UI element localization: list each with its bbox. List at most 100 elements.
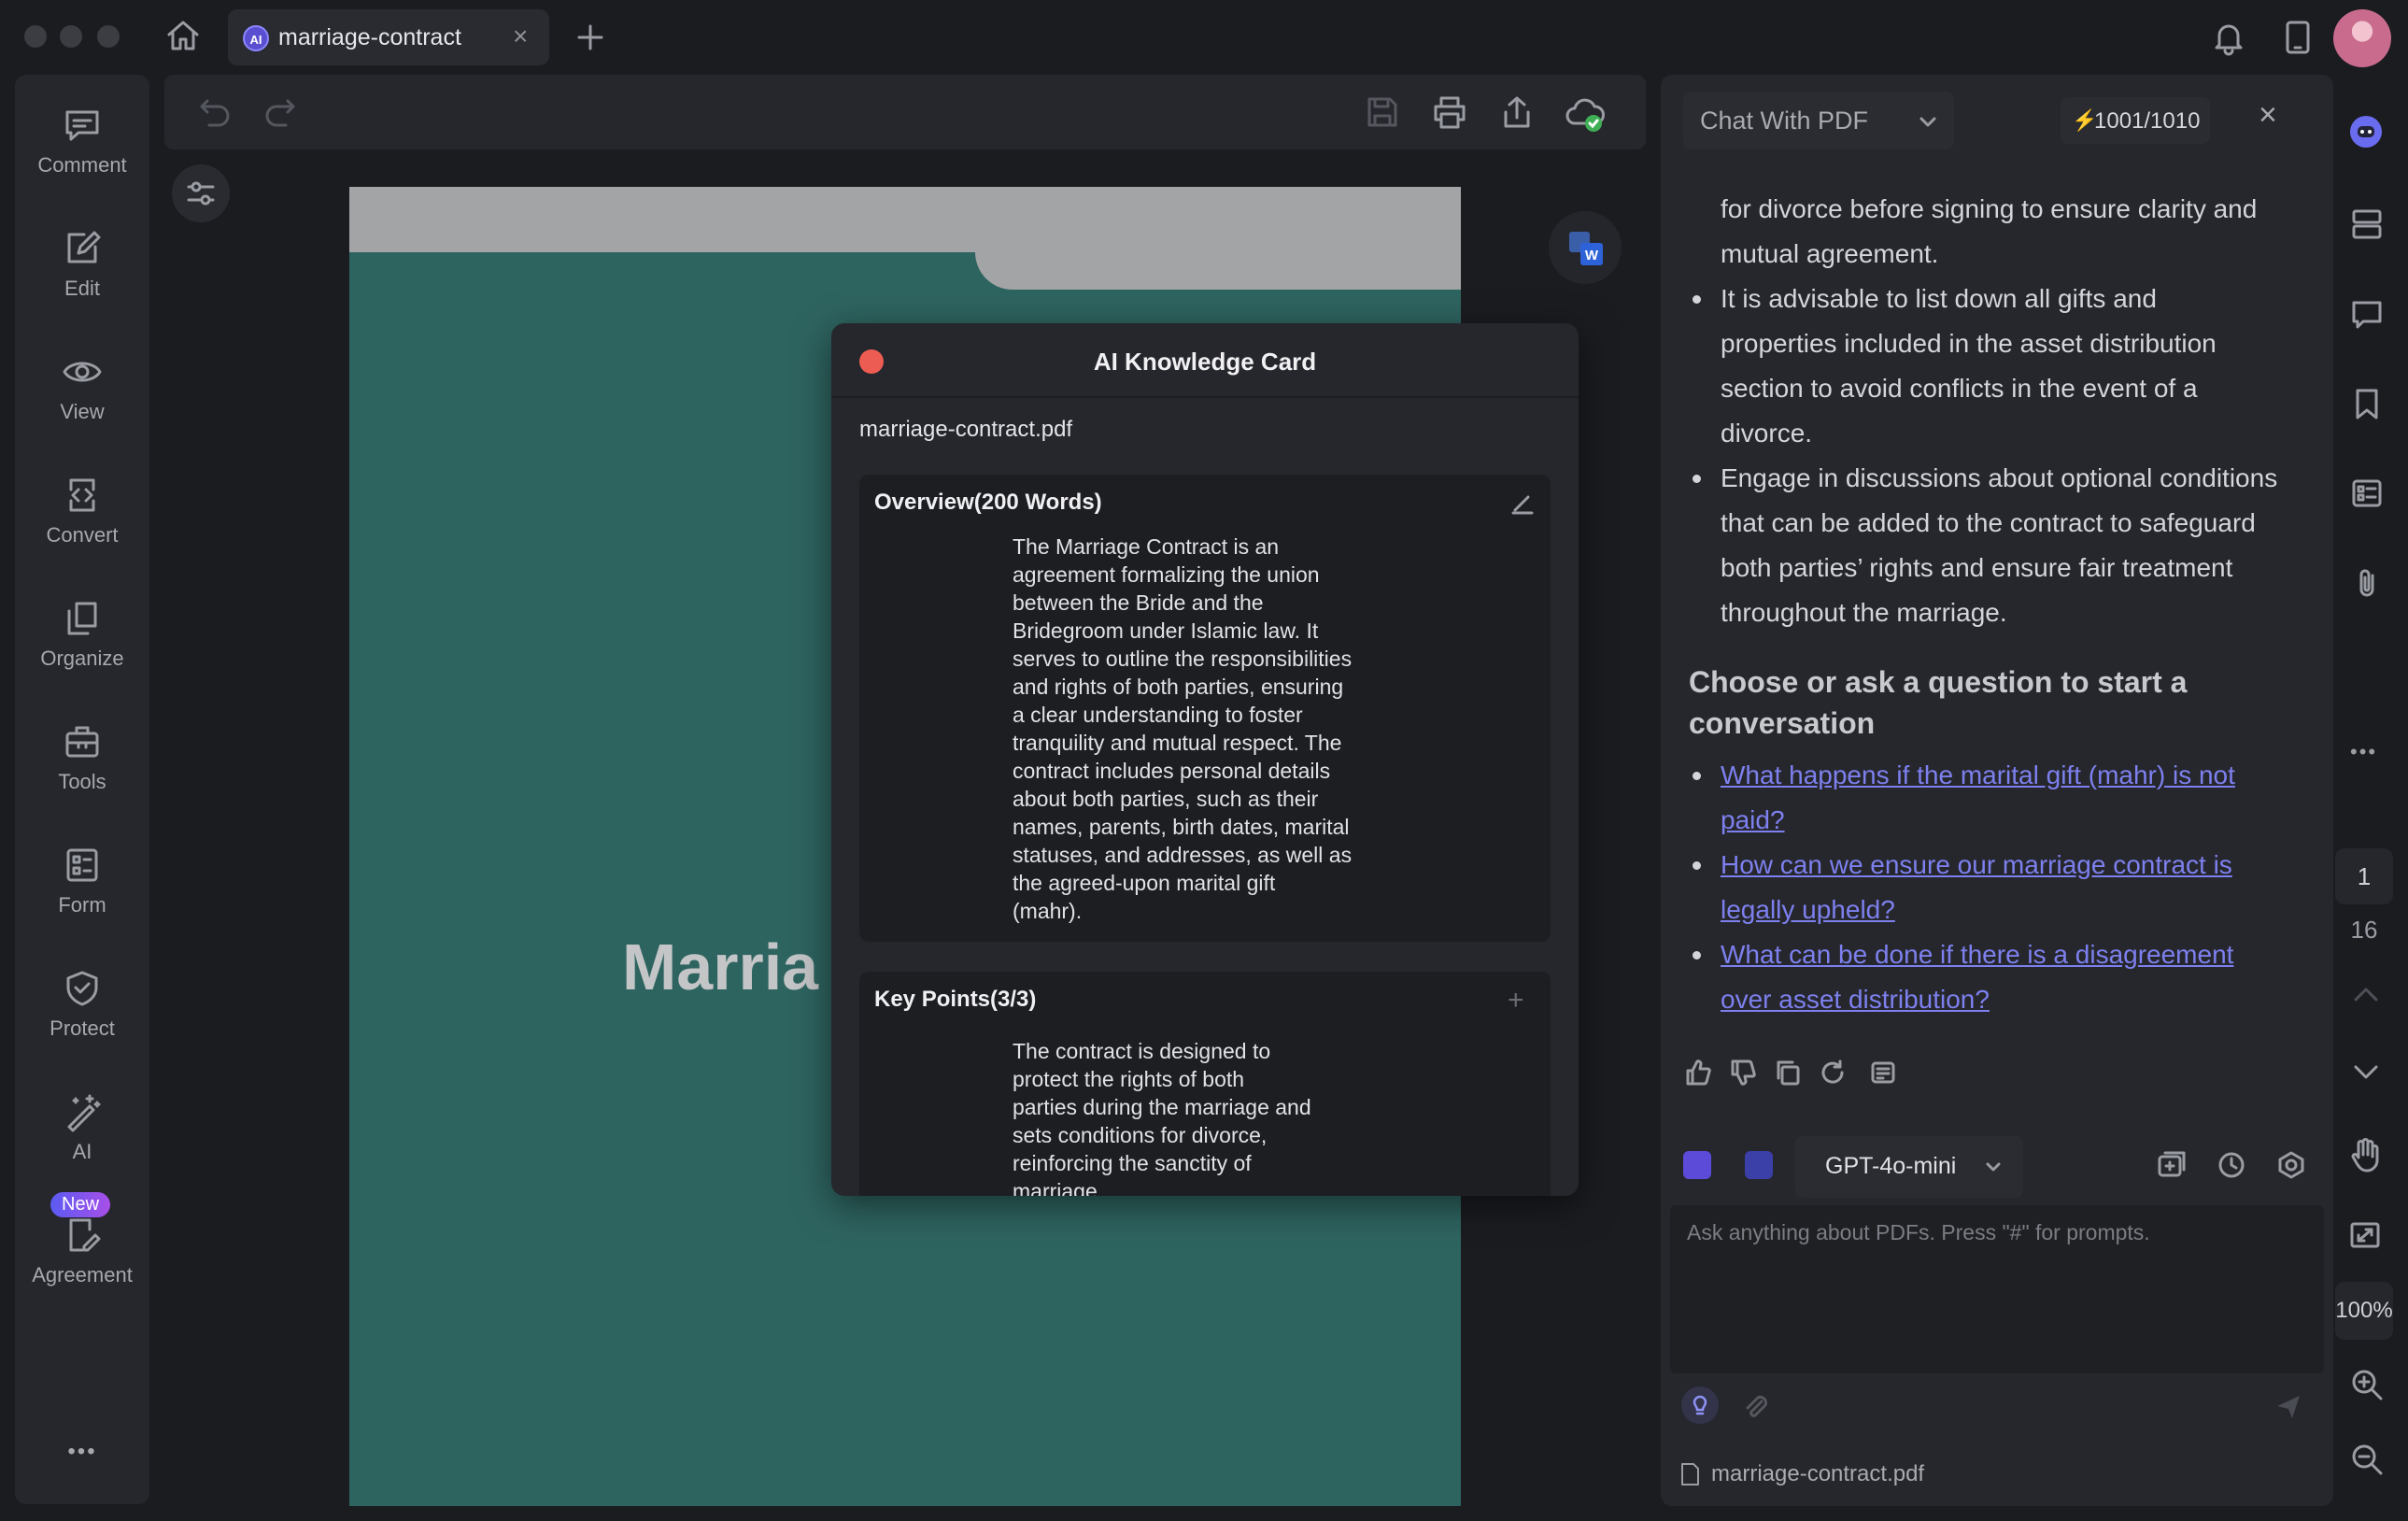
bookmark-icon[interactable] — [2350, 387, 2384, 420]
key-points-text: The contract is designed to protect the … — [1013, 1037, 1405, 1196]
chat-mode-select[interactable]: Chat With PDF — [1683, 92, 1954, 149]
add-icon[interactable]: + — [1508, 985, 1524, 1016]
sidebar-item-tools[interactable]: Tools — [15, 699, 149, 811]
sidebar-item-organize[interactable]: Organize — [15, 576, 149, 688]
more-options-icon[interactable]: ••• — [2350, 740, 2377, 764]
copy-icon[interactable] — [1773, 1058, 1803, 1087]
document-tab[interactable]: AI marriage-contract × — [228, 9, 549, 65]
bell-icon[interactable] — [2210, 19, 2247, 56]
suggested-question[interactable]: What can be done if there is a disagreem… — [1721, 932, 2309, 1022]
chat-file-name: marriage-contract.pdf — [1711, 1461, 1925, 1486]
sidebar-item-convert[interactable]: Convert — [15, 452, 149, 564]
tablet-icon[interactable] — [2279, 19, 2316, 56]
sidebar-item-view[interactable]: View — [15, 329, 149, 441]
sidebar-item-edit[interactable]: Edit — [15, 206, 149, 318]
filter-settings-button[interactable] — [172, 164, 230, 222]
thumbnails-icon[interactable] — [2350, 207, 2384, 241]
zoom-out-icon[interactable] — [2350, 1443, 2384, 1476]
sidebar-item-form[interactable]: Form — [15, 822, 149, 934]
edit-pencil-icon[interactable] — [1509, 490, 1536, 516]
question-line: paid? — [1721, 805, 1785, 834]
overview-line: and rights of both parties, ensuring — [1013, 675, 1344, 699]
chat-line: Engage in discussions about optional con… — [1721, 463, 2278, 492]
attachment-icon[interactable] — [1741, 1392, 1771, 1422]
sidebar-item-comment[interactable]: Comment — [15, 82, 149, 194]
prompt-library-icon[interactable] — [1683, 1151, 1711, 1179]
user-avatar[interactable] — [2333, 9, 2391, 67]
save-icon[interactable] — [1364, 93, 1401, 131]
chat-message-tail: for divorce before signing to ensure cla… — [1721, 187, 2309, 277]
history-icon[interactable] — [2216, 1149, 2247, 1181]
bullet — [1693, 861, 1701, 870]
current-page-number[interactable]: 1 — [2335, 848, 2393, 904]
new-tab-icon[interactable] — [574, 21, 607, 54]
chat-close-icon[interactable]: × — [2259, 97, 2277, 134]
fit-page-icon[interactable] — [2348, 1218, 2382, 1252]
suggested-question[interactable]: What happens if the marital gift (mahr) … — [1721, 753, 2309, 843]
thumbs-up-icon[interactable] — [1683, 1058, 1713, 1087]
bullet — [1693, 475, 1701, 483]
card-divider — [831, 396, 1579, 398]
more-icon[interactable]: ••• — [15, 1439, 149, 1465]
ai-assistant-icon[interactable] — [2350, 116, 2382, 148]
document-toolbar — [164, 75, 1646, 149]
next-page-icon[interactable] — [2350, 1056, 2382, 1087]
previous-page-icon[interactable] — [2350, 979, 2382, 1011]
total-pages: 16 — [2350, 916, 2378, 944]
zoom-in-icon[interactable] — [2350, 1368, 2384, 1401]
sidebar-item-ai[interactable]: AI — [15, 1069, 149, 1181]
attachments-icon[interactable] — [2350, 566, 2384, 600]
credits-count: 1001/1010 — [2094, 108, 2201, 134]
refresh-icon[interactable] — [1818, 1058, 1848, 1087]
title-bar: AI marriage-contract × — [0, 0, 2408, 75]
hand-tool-icon[interactable] — [2346, 1136, 2384, 1173]
window-close-button[interactable] — [24, 25, 47, 48]
sidebar-item-label: Comment — [37, 153, 127, 177]
comment-icon — [65, 110, 99, 141]
new-chat-icon[interactable] — [2156, 1149, 2188, 1181]
overview-line: names, parents, birth dates, marital — [1013, 815, 1350, 839]
question-line: How can we ensure our marriage contract … — [1721, 850, 2232, 879]
credits-badge[interactable]: ⚡ 1001/1010 — [2061, 97, 2210, 144]
cloud-sync-icon[interactable] — [1564, 93, 1605, 135]
model-select[interactable]: GPT-4o-mini — [1795, 1136, 2023, 1198]
share-icon[interactable] — [1498, 93, 1536, 131]
sidebar-item-protect[interactable]: Protect — [15, 945, 149, 1058]
zoom-level[interactable]: 100% — [2335, 1282, 2393, 1340]
sidebar-item-label: Edit — [64, 277, 100, 300]
settings-icon[interactable] — [2275, 1149, 2307, 1181]
send-icon[interactable] — [2273, 1392, 2303, 1422]
window-minimize-button[interactable] — [60, 25, 82, 48]
form-icon — [66, 848, 98, 882]
overview-line: (mahr). — [1013, 899, 1083, 923]
organize-icon — [67, 602, 97, 635]
form-fields-icon[interactable] — [2350, 476, 2384, 510]
print-icon[interactable] — [1431, 93, 1468, 131]
bullet — [1693, 772, 1701, 780]
chat-input[interactable]: Ask anything about PDFs. Press "#" for p… — [1670, 1205, 2324, 1373]
overview-line: about both parties, such as their — [1013, 787, 1319, 811]
tab-title: marriage-contract — [278, 24, 461, 50]
undo-icon[interactable] — [196, 93, 234, 131]
redo-icon[interactable] — [262, 93, 299, 131]
sidebar-item-label: View — [60, 400, 105, 423]
key-points-heading: Key Points(3/3) — [874, 987, 1037, 1012]
lightbulb-icon[interactable] — [1681, 1386, 1719, 1424]
suggested-question[interactable]: How can we ensure our marriage contract … — [1721, 843, 2309, 932]
note-icon[interactable] — [1868, 1058, 1898, 1087]
home-icon[interactable] — [164, 17, 202, 54]
chat-panel: Chat With PDF ⚡ 1001/1010 × for divorce … — [1661, 75, 2333, 1506]
sidebar-item-label: Tools — [58, 770, 106, 793]
tab-close-icon[interactable]: × — [513, 21, 528, 51]
knowledge-base-icon[interactable] — [1745, 1151, 1773, 1179]
thumbs-down-icon[interactable] — [1728, 1058, 1758, 1087]
overview-line: agreement formalizing the union — [1013, 562, 1320, 587]
overview-line: serves to outline the responsibilities — [1013, 647, 1353, 671]
card-file-name: marriage-contract.pdf — [859, 417, 1073, 442]
sidebar-item-label: Organize — [40, 647, 124, 670]
window-zoom-button[interactable] — [97, 25, 120, 48]
comments-icon[interactable] — [2350, 297, 2384, 331]
chat-input-placeholder: Ask anything about PDFs. Press "#" for p… — [1687, 1220, 2150, 1244]
sidebar-item-label: Form — [58, 893, 106, 917]
translate-button[interactable]: W — [1549, 211, 1622, 284]
